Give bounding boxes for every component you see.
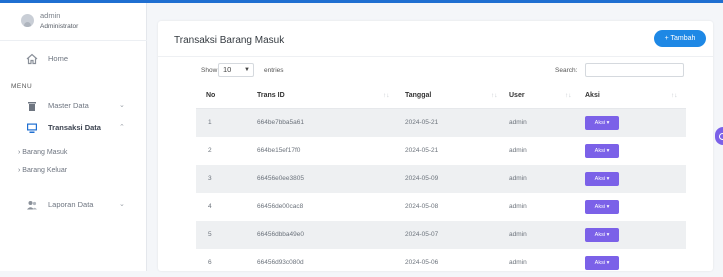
sort-icon[interactable]: ↑↓ [383,92,390,99]
sidebar-item-label: Laporan Data [48,200,94,209]
column-header-tanggal[interactable]: Tanggal [405,92,431,99]
table-row: 3 66456e0ee3805 2024-05-09 admin Aksi ▾ [196,165,686,193]
sidebar-item-master-data[interactable]: Master Data ⌄ [0,97,147,115]
cell-tanggal: 2024-05-08 [405,203,439,210]
cell-trans-id: 664be15ef17f0 [257,147,301,154]
column-header-trans-id[interactable]: Trans ID [257,92,285,99]
cell-no: 2 [208,147,212,154]
search-label: Search: [555,67,578,74]
table-row: 2 664be15ef17f0 2024-05-21 admin Aksi ▾ [196,137,686,165]
entries-select[interactable]: 10 ▼ [218,63,254,77]
aksi-dropdown-button[interactable]: Aksi ▾ [585,228,619,242]
cell-tanggal: 2024-05-21 [405,147,439,154]
add-button[interactable]: + Tambah [654,30,706,47]
bullet-icon: › [18,149,21,156]
menu-section-header: MENU [11,83,33,90]
cell-no: 6 [208,259,212,266]
table-row: 4 66456de00cac8 2024-05-08 admin Aksi ▾ [196,193,686,221]
user-role: Administrator [40,23,79,30]
cell-tanggal: 2024-05-07 [405,231,439,238]
cell-no: 4 [208,203,212,210]
aksi-dropdown-button[interactable]: Aksi ▾ [585,172,619,186]
monitor-icon [27,123,37,133]
aksi-dropdown-button[interactable]: Aksi ▾ [585,116,619,130]
sort-icon[interactable]: ↑↓ [491,92,498,99]
cell-user: admin [509,203,527,210]
column-header-aksi[interactable]: Aksi [585,92,600,99]
sidebar-item-label: Home [48,54,69,63]
search-input[interactable] [585,63,684,77]
cell-user: admin [509,231,527,238]
cell-tanggal: 2024-05-21 [405,119,439,126]
sidebar-item-label: Transaksi Data [48,123,101,132]
sort-icon[interactable]: ↑↓ [671,92,678,99]
cell-user: admin [509,259,527,266]
table-row: 5 66456dbba49e0 2024-05-07 admin Aksi ▾ [196,221,686,249]
aksi-dropdown-button[interactable]: Aksi ▾ [585,144,619,158]
settings-float-button[interactable] [715,127,723,145]
chevron-down-icon: ⌄ [119,201,125,208]
chevron-up-icon: ⌃ [119,124,125,131]
cell-trans-id: 66456d93c080d [257,259,304,266]
divider [158,56,713,57]
content-card: Transaksi Barang Masuk + Tambah Show 10 … [158,21,713,271]
cell-trans-id: 66456dbba49e0 [257,231,304,238]
cell-tanggal: 2024-05-09 [405,175,439,182]
column-header-no[interactable]: No [206,92,215,99]
users-icon [27,201,37,210]
sidebar-subitem-label: Barang Masuk [22,149,68,156]
home-icon [26,53,38,65]
chevron-down-icon: ⌄ [119,102,125,109]
user-name: admin [40,11,61,20]
avatar [21,14,34,27]
sidebar-subitem-label: Barang Keluar [22,167,68,174]
aksi-dropdown-button[interactable]: Aksi ▾ [585,256,619,270]
table-header: No Trans ID ↑↓ Tanggal ↑↓ User ↑↓ Aksi ↑… [196,83,686,109]
cell-user: admin [509,119,527,126]
chevron-down-icon: ▼ [244,67,250,73]
sidebar: admin Administrator Home MENU Master Dat… [0,3,147,271]
aksi-dropdown-button[interactable]: Aksi ▾ [585,200,619,214]
cell-trans-id: 66456de00cac8 [257,203,304,210]
sidebar-subitem-barang-keluar[interactable]: › Barang Keluar [18,167,67,174]
sidebar-item-laporan-data[interactable]: Laporan Data ⌄ [0,196,147,214]
cell-no: 1 [208,119,212,126]
sidebar-subitem-barang-masuk[interactable]: › Barang Masuk [18,149,67,156]
bullet-icon: › [18,167,21,174]
table-row: 1 664be7bba5a61 2024-05-21 admin Aksi ▾ [196,109,686,137]
sidebar-item-transaksi-data[interactable]: Transaksi Data ⌃ [0,119,147,137]
sort-icon[interactable]: ↑↓ [565,92,572,99]
sidebar-item-label: Master Data [48,101,89,110]
trash-icon [28,102,36,111]
cell-no: 3 [208,175,212,182]
show-label: Show [201,67,218,74]
cell-user: admin [509,147,527,154]
column-header-user[interactable]: User [509,92,525,99]
cell-no: 5 [208,231,212,238]
page-title: Transaksi Barang Masuk [174,35,285,46]
cell-tanggal: 2024-05-06 [405,259,439,266]
cell-trans-id: 66456e0ee3805 [257,175,304,182]
table-row: 6 66456d93c080d 2024-05-06 admin Aksi ▾ [196,249,686,277]
user-panel[interactable]: admin Administrator [0,3,147,41]
entries-label: entries [264,67,284,74]
sidebar-item-home[interactable]: Home [0,50,147,68]
cell-trans-id: 664be7bba5a61 [257,119,304,126]
cell-user: admin [509,175,527,182]
entries-value: 10 [223,65,232,74]
